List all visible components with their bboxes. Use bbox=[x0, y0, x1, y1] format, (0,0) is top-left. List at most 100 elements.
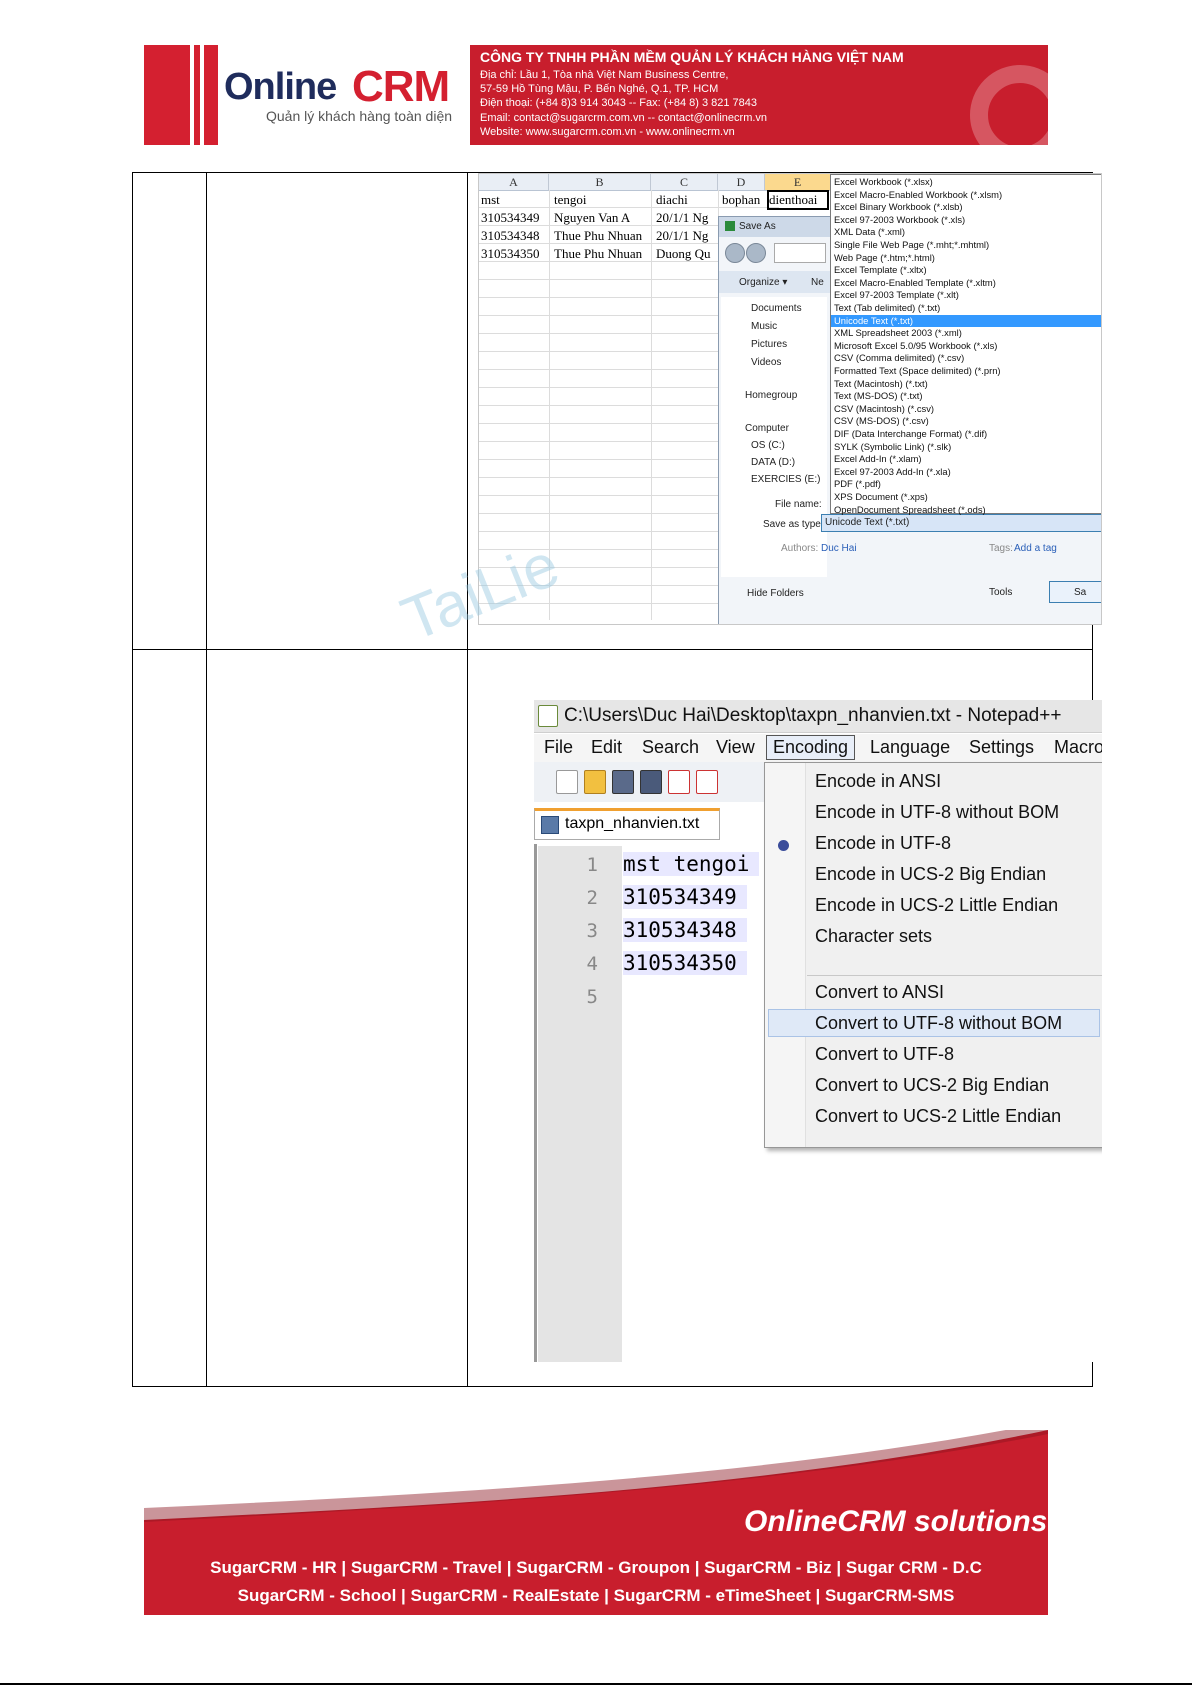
cell[interactable]: 310534349 bbox=[481, 210, 540, 226]
code-line[interactable]: mst tengoi bbox=[623, 852, 760, 876]
nav-item-drive-d[interactable]: DATA (D:) bbox=[751, 457, 795, 468]
nav-item-videos[interactable]: Videos bbox=[751, 357, 781, 368]
encoding-dropdown-menu: Encode in ANSI Encode in UTF-8 without B… bbox=[764, 762, 1102, 1148]
line-number: 5 bbox=[586, 986, 598, 1008]
file-type-option[interactable]: Unicode Text (*.txt) bbox=[831, 314, 1101, 328]
file-type-dropdown[interactable]: Excel Workbook (*.xlsx) Excel Macro-Enabl… bbox=[830, 174, 1101, 517]
forward-icon[interactable] bbox=[746, 243, 766, 263]
tags-value[interactable]: Add a tag bbox=[1014, 543, 1057, 554]
new-file-icon[interactable] bbox=[556, 770, 578, 794]
organize-button[interactable]: Organize ▾ bbox=[739, 277, 787, 288]
nav-item-documents[interactable]: Documents bbox=[751, 303, 802, 314]
file-type-option[interactable]: Excel 97-2003 Add-In (*.xla) bbox=[834, 466, 951, 479]
save-all-icon[interactable] bbox=[640, 770, 662, 794]
menu-macro[interactable]: Macro bbox=[1054, 737, 1102, 758]
cell[interactable]: 310534350 bbox=[481, 246, 540, 262]
new-folder-button[interactable]: Ne bbox=[811, 277, 824, 288]
cell-header-selected[interactable]: dienthoai bbox=[767, 190, 829, 210]
cell[interactable]: 310534348 bbox=[481, 228, 540, 244]
file-type-option[interactable]: DIF (Data Interchange Format) (*.dif) bbox=[834, 428, 987, 441]
file-type-option[interactable]: CSV (Comma delimited) (*.csv) bbox=[834, 352, 964, 365]
nav-item-computer[interactable]: Computer bbox=[745, 423, 789, 434]
nav-item-drive-c[interactable]: OS (C:) bbox=[751, 440, 785, 451]
menu-item-convert-ucs2-be[interactable]: Convert to UCS-2 Big Endian bbox=[815, 1075, 1049, 1096]
close-all-icon[interactable] bbox=[696, 770, 718, 794]
file-type-option[interactable]: Excel Template (*.xltx) bbox=[834, 264, 927, 277]
file-type-option[interactable]: Text (Tab delimited) (*.txt) bbox=[834, 302, 940, 315]
menu-search[interactable]: Search bbox=[642, 737, 699, 758]
file-type-option[interactable]: Formatted Text (Space delimited) (*.prn) bbox=[834, 365, 1001, 378]
menu-settings[interactable]: Settings bbox=[969, 737, 1034, 758]
code-line[interactable]: 310534350 bbox=[623, 951, 747, 975]
menu-item-encode-utf8-nobom[interactable]: Encode in UTF-8 without BOM bbox=[815, 802, 1059, 823]
code-line[interactable]: 310534349 bbox=[623, 885, 747, 909]
menu-item-encode-ansi[interactable]: Encode in ANSI bbox=[815, 771, 941, 792]
file-type-option[interactable]: XPS Document (*.xps) bbox=[834, 491, 928, 504]
cell[interactable]: Thue Phu Nhuan bbox=[554, 246, 642, 262]
close-icon[interactable] bbox=[668, 770, 690, 794]
column-header-d: D bbox=[718, 174, 765, 190]
file-type-option[interactable]: Text (MS-DOS) (*.txt) bbox=[834, 390, 923, 403]
menu-item-convert-utf8-nobom[interactable]: Convert to UTF-8 without BOM bbox=[815, 1013, 1062, 1034]
open-file-icon[interactable] bbox=[584, 770, 606, 794]
cell-header[interactable]: mst bbox=[481, 192, 500, 208]
file-type-option[interactable]: Excel Binary Workbook (*.xlsb) bbox=[834, 201, 963, 214]
file-type-option[interactable]: Excel 97-2003 Template (*.xlt) bbox=[834, 289, 959, 302]
back-icon[interactable] bbox=[725, 243, 745, 263]
menu-item-encode-utf8[interactable]: Encode in UTF-8 bbox=[815, 833, 951, 854]
menu-item-convert-ansi[interactable]: Convert to ANSI bbox=[815, 982, 944, 1003]
file-type-option[interactable]: XML Spreadsheet 2003 (*.xml) bbox=[834, 327, 962, 340]
menu-item-convert-utf8[interactable]: Convert to UTF-8 bbox=[815, 1044, 954, 1065]
menu-item-encode-ucs2-le[interactable]: Encode in UCS-2 Little Endian bbox=[815, 895, 1058, 916]
radio-selected-icon bbox=[778, 840, 789, 851]
menu-item-convert-ucs2-le[interactable]: Convert to UCS-2 Little Endian bbox=[815, 1106, 1061, 1127]
save-as-type-select[interactable]: Unicode Text (*.txt) bbox=[821, 514, 1101, 532]
address-bar[interactable] bbox=[774, 243, 826, 263]
file-type-option[interactable]: Excel Workbook (*.xlsx) bbox=[834, 176, 933, 189]
cell[interactable]: Thue Phu Nhuan bbox=[554, 228, 642, 244]
authors-value[interactable]: Duc Hai bbox=[821, 543, 857, 554]
menu-edit[interactable]: Edit bbox=[591, 737, 622, 758]
menu-language[interactable]: Language bbox=[870, 737, 950, 758]
save-icon[interactable] bbox=[612, 770, 634, 794]
file-tab[interactable]: taxpn_nhanvien.txt bbox=[534, 808, 720, 840]
menu-file[interactable]: File bbox=[544, 737, 573, 758]
file-type-option[interactable]: CSV (Macintosh) (*.csv) bbox=[834, 403, 934, 416]
nav-item-homegroup[interactable]: Homegroup bbox=[745, 390, 797, 401]
nav-item-drive-e[interactable]: EXERCIES (E:) bbox=[751, 474, 820, 485]
file-type-option[interactable]: Excel Macro-Enabled Template (*.xltm) bbox=[834, 277, 996, 290]
file-type-option[interactable]: Excel Add-In (*.xlam) bbox=[834, 453, 922, 466]
save-button[interactable]: Sa bbox=[1049, 581, 1101, 603]
company-address: Địa chỉ: Lầu 1, Tòa nhà Việt Nam Busines… bbox=[480, 69, 729, 81]
file-type-option[interactable]: Excel 97-2003 Workbook (*.xls) bbox=[834, 214, 965, 227]
line-number: 4 bbox=[586, 953, 598, 975]
nav-item-pictures[interactable]: Pictures bbox=[751, 339, 787, 350]
file-type-option[interactable]: XML Data (*.xml) bbox=[834, 226, 905, 239]
cell[interactable]: 20/1/1 Ng bbox=[656, 228, 716, 244]
column-header-a: A bbox=[479, 174, 549, 190]
cell[interactable]: Duong Qu bbox=[656, 246, 716, 262]
nav-item-music[interactable]: Music bbox=[751, 321, 777, 332]
hide-folders-button[interactable]: Hide Folders bbox=[747, 588, 804, 599]
file-type-option[interactable]: Microsoft Excel 5.0/95 Workbook (*.xls) bbox=[834, 340, 997, 353]
menu-encoding[interactable]: Encoding bbox=[766, 735, 856, 760]
menu-item-character-sets[interactable]: Character sets bbox=[815, 926, 932, 947]
file-type-option[interactable]: Web Page (*.htm;*.html) bbox=[834, 252, 935, 265]
cell-header[interactable]: tengoi bbox=[554, 192, 587, 208]
file-type-option[interactable]: Single File Web Page (*.mht;*.mhtml) bbox=[834, 239, 989, 252]
menu-item-encode-ucs2-be[interactable]: Encode in UCS-2 Big Endian bbox=[815, 864, 1046, 885]
file-type-option[interactable]: SYLK (Symbolic Link) (*.slk) bbox=[834, 441, 951, 454]
file-type-option[interactable]: OpenDocument Spreadsheet (*.ods) bbox=[834, 504, 986, 517]
file-type-option[interactable]: CSV (MS-DOS) (*.csv) bbox=[834, 415, 929, 428]
file-type-option[interactable]: Excel Macro-Enabled Workbook (*.xlsm) bbox=[834, 189, 1002, 202]
cell-header[interactable]: bophan bbox=[722, 192, 760, 208]
menu-view[interactable]: View bbox=[716, 737, 755, 758]
cell[interactable]: Nguyen Van A bbox=[554, 210, 630, 226]
cell[interactable]: 20/1/1 Ng bbox=[656, 210, 716, 226]
code-line[interactable]: 310534348 bbox=[623, 918, 747, 942]
tools-button[interactable]: Tools bbox=[989, 587, 1012, 598]
file-type-option[interactable]: PDF (*.pdf) bbox=[834, 478, 881, 491]
file-type-option[interactable]: Text (Macintosh) (*.txt) bbox=[834, 378, 928, 391]
menu-separator bbox=[807, 975, 1102, 976]
cell-header[interactable]: diachi bbox=[656, 192, 688, 208]
